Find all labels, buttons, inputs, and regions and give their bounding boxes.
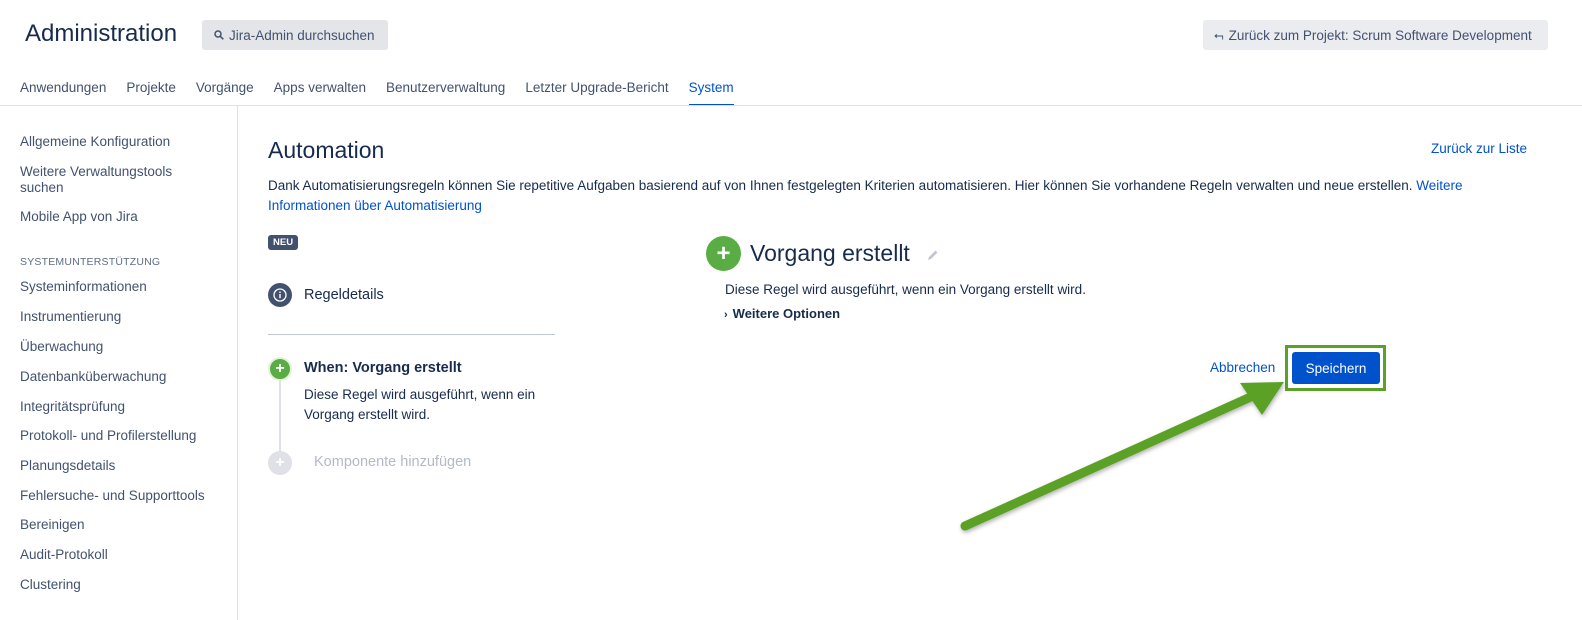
annotation-arrow bbox=[960, 382, 1284, 531]
